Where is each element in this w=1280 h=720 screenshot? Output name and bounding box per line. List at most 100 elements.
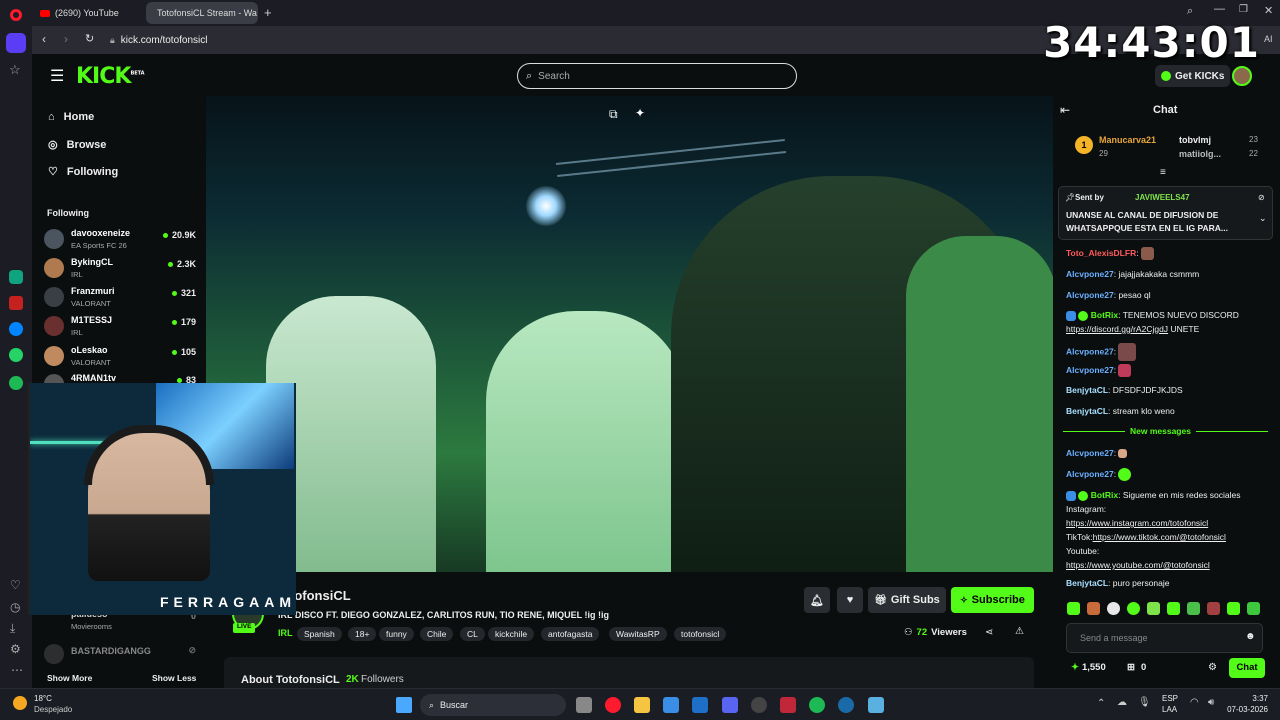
tab-youtube[interactable]: (2690) YouTube (34, 2, 144, 24)
channel-name[interactable]: tofonsiCL (290, 588, 351, 603)
chat-username[interactable]: BenjytaCL (1066, 578, 1108, 588)
ai-button[interactable]: AI (1264, 34, 1273, 44)
collapse-chat-icon[interactable]: ⇤ (1060, 103, 1070, 117)
chat-username[interactable]: Alcvpone27 (1066, 365, 1114, 375)
volume-icon[interactable]: 🔊︎ (1208, 697, 1214, 708)
more-icon[interactable]: ⋯ (11, 663, 23, 677)
notification-bell-button[interactable]: 🔔︎ (804, 587, 830, 613)
notepad-icon[interactable] (868, 697, 884, 713)
tab-kick[interactable]: TotofonsiCL Stream - Wa (146, 2, 258, 24)
tray-chevron-icon[interactable]: ⌃ (1097, 698, 1105, 709)
subscribe-button[interactable]: ✧ Subscribe (951, 587, 1034, 613)
gift-subs-button[interactable]: 🎁︎ Gift Subs (868, 587, 946, 613)
emote-button[interactable] (1107, 602, 1120, 615)
emote-button[interactable] (1147, 602, 1160, 615)
tag-chip[interactable]: Chile (420, 627, 454, 641)
tag-chip[interactable]: totofonsicl (674, 627, 727, 641)
get-kicks-button[interactable]: Get KICKs (1155, 65, 1231, 87)
tag-chip[interactable]: funny (379, 627, 414, 641)
chat-username[interactable]: Toto_AlexisDLFR (1066, 248, 1136, 258)
gmail-icon[interactable] (9, 296, 23, 310)
taskbar-search[interactable]: ⌕ Buscar (420, 694, 566, 716)
following-channel[interactable]: M1TESSJ IRL 179 (44, 314, 196, 340)
nav-following[interactable]: ♡ Following (48, 165, 118, 179)
chevron-down-icon[interactable]: ⌄ (1259, 213, 1267, 224)
chat-username[interactable]: BotRix (1091, 310, 1118, 320)
following-channel[interactable]: davooxeneize EA Sports FC 26 20.9K (44, 227, 196, 253)
pinned-message[interactable]: 📌︎ Sent by JAVIWEELS47 ⊘ UNANSE AL CANAL… (1058, 186, 1273, 240)
minimize-icon[interactable]: — (1214, 3, 1225, 15)
new-tab-button[interactable]: + (264, 5, 272, 20)
chat-username[interactable]: Alcvpone27 (1066, 448, 1114, 458)
chat-username[interactable]: BenjytaCL (1066, 406, 1108, 416)
star-icon[interactable]: ☆ (9, 62, 21, 78)
offline-channel[interactable]: BASTARDIGANGG ⊘ (44, 642, 196, 668)
chat-username[interactable]: Alcvpone27 (1066, 469, 1114, 479)
nav-browse[interactable]: ◎ Browse (48, 138, 106, 152)
chat-username[interactable]: Alcvpone27 (1066, 290, 1114, 300)
whatsapp-icon[interactable] (9, 348, 23, 362)
emote-button[interactable] (1127, 602, 1140, 615)
video-player[interactable]: ⧉ ✦ (206, 96, 1053, 572)
store-icon[interactable] (663, 697, 679, 713)
windows-start-icon[interactable] (396, 697, 412, 713)
following-channel[interactable]: BykingCL IRL 2.3K (44, 256, 196, 282)
chat-link[interactable]: https://discord.gg/rA2CjgdJ (1066, 324, 1168, 334)
messenger-icon[interactable] (9, 322, 23, 336)
nav-home[interactable]: ⌂ Home (48, 111, 94, 123)
heart-icon[interactable]: ♡ (10, 578, 21, 592)
share-icon[interactable]: ⋖ (985, 627, 993, 638)
following-channel[interactable]: Franzmuri VALORANT 321 (44, 285, 196, 311)
emote-button[interactable] (1227, 602, 1240, 615)
emoji-icon[interactable]: ☻ (1245, 631, 1256, 642)
emote-button[interactable] (1247, 602, 1260, 615)
follow-heart-button[interactable]: ♥ (837, 587, 863, 613)
obs-icon[interactable] (780, 697, 796, 713)
home-sidebar-icon[interactable] (6, 33, 26, 53)
clock-time[interactable]: 3:37 (1244, 694, 1268, 703)
outlook-icon[interactable] (692, 697, 708, 713)
pip-icon[interactable]: ⧉ (609, 107, 618, 122)
discord-icon[interactable] (722, 697, 738, 713)
tag-chip[interactable]: CL (460, 627, 485, 641)
emote-button[interactable] (1167, 602, 1180, 615)
network-icon[interactable]: ☁ (1117, 697, 1127, 708)
mic-icon[interactable]: 🎙︎ (1138, 697, 1151, 708)
spotify-taskbar-icon[interactable] (809, 697, 825, 713)
wifi-icon[interactable]: ◠ (1190, 697, 1199, 708)
tag-chip[interactable]: 18+ (348, 627, 377, 641)
show-more-button[interactable]: Show More (47, 673, 92, 683)
chat-settings-icon[interactable]: ⚙ (1208, 662, 1217, 673)
url-field[interactable]: 🔒︎ kick.com/totofonsicl (110, 32, 1030, 49)
search-input[interactable]: ⌕ Search (517, 63, 797, 89)
settings-icon[interactable]: ⚙ (10, 642, 21, 656)
emote-button[interactable] (1067, 602, 1080, 615)
kicks-balance[interactable]: ✦ 1,550 (1071, 662, 1106, 673)
emote-button[interactable] (1207, 602, 1220, 615)
weather-temp[interactable]: 18°C (34, 694, 52, 703)
chat-input[interactable]: Send a message ☻ (1066, 623, 1263, 653)
forward-icon[interactable]: › (64, 32, 68, 46)
opera-logo-icon[interactable] (10, 9, 22, 21)
steam-icon[interactable] (838, 697, 854, 713)
tag-chip[interactable]: WawitasRP (609, 627, 667, 641)
search-tabs-icon[interactable]: ⌕ (1187, 5, 1193, 18)
chatgpt-icon[interactable] (9, 270, 23, 284)
chat-username[interactable]: BenjytaCL (1066, 385, 1108, 395)
emote-button[interactable] (1187, 602, 1200, 615)
expand-icon[interactable]: ≡ (1160, 167, 1166, 178)
following-channel[interactable]: oLeskao VALORANT 105 (44, 344, 196, 370)
report-icon[interactable]: ⚠ (1015, 626, 1024, 637)
chat-username[interactable]: Alcvpone27 (1066, 346, 1114, 356)
opera-taskbar-icon[interactable] (605, 697, 621, 713)
tag-chip[interactable]: antofagasta (541, 627, 600, 641)
tag-chip[interactable]: Spanish (297, 627, 342, 641)
reload-icon[interactable]: ↻ (85, 32, 94, 45)
chat-link[interactable]: https://www.youtube.com/@totofonsicl (1066, 560, 1210, 570)
chat-username[interactable]: Alcvpone27 (1066, 269, 1114, 279)
history-icon[interactable]: ◷ (10, 600, 20, 614)
emote-button[interactable] (1087, 602, 1100, 615)
chat-link[interactable]: https://www.instagram.com/totofonsicl (1066, 518, 1208, 528)
restore-icon[interactable]: ❐ (1239, 4, 1248, 15)
back-icon[interactable]: ‹ (42, 32, 46, 46)
